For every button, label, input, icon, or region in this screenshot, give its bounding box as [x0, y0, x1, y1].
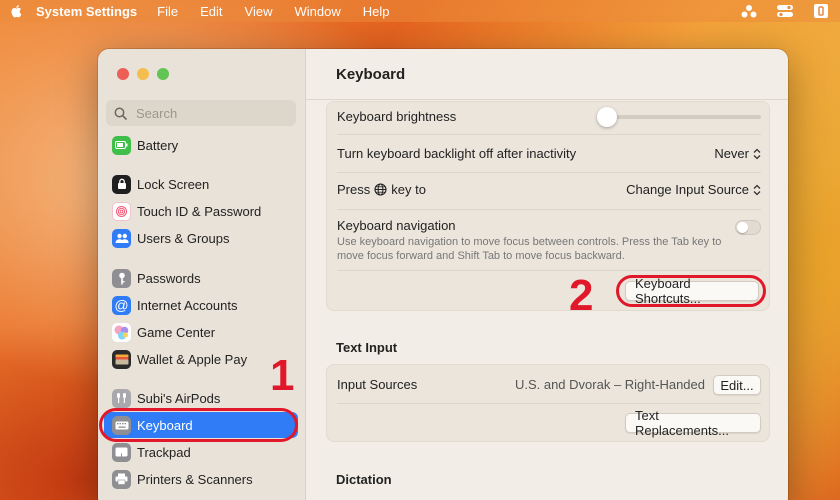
sidebar-item-label: Printers & Scanners [137, 471, 253, 487]
menu-extras [740, 2, 830, 20]
row-divider [337, 134, 761, 135]
step-1-highlight-ring [99, 408, 298, 442]
globe-key-action-popup[interactable]: Change Input Source [626, 182, 761, 197]
row-divider [337, 270, 761, 271]
sidebar-item-label: Passwords [137, 270, 201, 286]
menu-help[interactable]: Help [363, 4, 390, 19]
minimize-button[interactable] [137, 68, 149, 80]
menu-file[interactable]: File [157, 4, 178, 19]
settings-window: Battery Lock Screen Touch ID & Password … [98, 49, 788, 500]
content-pane: Keyboard Keyboard brightness Turn keyboa… [306, 49, 788, 500]
sidebar-item-label: Lock Screen [137, 176, 210, 192]
keyboard-navigation-row: Keyboard navigation Use keyboard navigat… [337, 218, 761, 262]
keyboard-navigation-toggle[interactable] [735, 220, 761, 235]
step-1-number: 1 [270, 351, 295, 400]
keyboard-navigation-label: Keyboard navigation [337, 218, 456, 233]
fingerprint-icon [112, 201, 131, 221]
game-center-icon [112, 322, 131, 342]
menu-window[interactable]: Window [294, 4, 340, 19]
battery-icon [112, 135, 131, 155]
sidebar-item-label: Wallet & Apple Pay [137, 351, 248, 367]
sidebar-item-printers[interactable]: Printers & Scanners [104, 466, 298, 492]
menu-bar: System Settings File Edit View Window He… [0, 0, 840, 22]
input-sources-label: Input Sources [337, 377, 418, 392]
sidebar-item-label: Battery [137, 137, 179, 153]
sidebar-item-label: Touch ID & Password [137, 203, 262, 219]
menu-app-name[interactable]: System Settings [36, 4, 137, 19]
keyboard-navigation-description: Use keyboard navigation to move focus be… [337, 236, 722, 262]
search-field[interactable] [106, 100, 296, 126]
step-2-highlight-ring [616, 275, 766, 307]
text-input-section-title: Text Input [336, 340, 398, 355]
sidebar-item-label: Internet Accounts [137, 297, 238, 313]
window-controls [117, 68, 169, 80]
row-divider [337, 172, 761, 173]
sidebar-item-label: Trackpad [137, 444, 191, 460]
sidebar-item-battery[interactable]: Battery [104, 132, 298, 158]
sidebar-item-game-center[interactable]: Game Center [104, 319, 298, 345]
input-sources-row: Input Sources U.S. and Dvorak – Right-Ha… [337, 375, 761, 395]
sidebar-item-label: Game Center [137, 324, 216, 340]
row-divider [337, 403, 761, 404]
globe-key-action-value: Change Input Source [626, 182, 749, 197]
wallet-icon [112, 349, 131, 369]
apple-icon[interactable] [10, 4, 22, 18]
backlight-timeout-row: Turn keyboard backlight off after inacti… [337, 146, 761, 164]
sidebar-item-label: Subi's AirPods [137, 390, 221, 406]
sidebar-item-touch-id[interactable]: Touch ID & Password [104, 198, 298, 224]
press-globe-key-row: Press key to Change Input Source [337, 182, 761, 200]
step-2-number: 2 [569, 271, 594, 320]
press-key-suffix: key to [391, 182, 426, 197]
trackpad-icon [112, 442, 131, 462]
zoom-button[interactable] [157, 68, 169, 80]
input-sources-value: U.S. and Dvorak – Right-Handed [514, 377, 705, 392]
sidebar-item-label: Users & Groups [137, 230, 230, 246]
airpods-icon [112, 388, 131, 408]
edit-input-sources-button[interactable]: Edit... [713, 375, 761, 395]
users-icon [112, 228, 131, 248]
press-key-prefix: Press [337, 182, 371, 197]
search-icon [114, 107, 127, 120]
title-divider [306, 99, 788, 100]
backlight-timeout-label: Turn keyboard backlight off after inacti… [337, 146, 577, 161]
globe-icon [374, 183, 387, 196]
chevron-updown-icon [753, 148, 761, 159]
key-icon [112, 268, 131, 288]
text-replacements-button[interactable]: Text Replacements... [625, 408, 761, 438]
menu-view[interactable]: View [245, 4, 273, 19]
keyboard-settings-group: Keyboard brightness Turn keyboard backli… [326, 101, 770, 311]
sidebar-item-lock-screen[interactable]: Lock Screen [104, 171, 298, 197]
sidebar-item-wallet[interactable]: Wallet & Apple Pay [104, 346, 298, 372]
brightness-slider-track[interactable] [607, 115, 761, 119]
sidebar-item-passwords[interactable]: Passwords [104, 265, 298, 291]
backlight-timeout-value: Never [714, 146, 749, 161]
sidebar-item-internet-accounts[interactable]: @ Internet Accounts [104, 292, 298, 318]
menu-edit[interactable]: Edit [200, 4, 222, 19]
lock-icon [112, 174, 131, 194]
backlight-timeout-popup[interactable]: Never [714, 146, 761, 161]
printer-icon [112, 469, 131, 489]
dictation-section-title: Dictation [336, 472, 392, 487]
keyboard-brightness-label: Keyboard brightness [337, 109, 457, 124]
text-input-group: Input Sources U.S. and Dvorak – Right-Ha… [326, 364, 770, 442]
close-button[interactable] [117, 68, 129, 80]
toggle-knob [737, 222, 748, 233]
sidebar-item-trackpad[interactable]: Trackpad [104, 439, 298, 465]
chevron-updown-icon [753, 184, 761, 195]
search-input[interactable] [136, 105, 286, 121]
keyboard-brightness-row: Keyboard brightness [337, 107, 761, 127]
keyboard-input-icon[interactable] [812, 2, 830, 20]
control-center-icon[interactable] [740, 2, 758, 20]
sidebar-item-users-groups[interactable]: Users & Groups [104, 225, 298, 251]
row-divider [337, 209, 761, 210]
page-title: Keyboard [336, 66, 406, 83]
sidebar: Battery Lock Screen Touch ID & Password … [98, 49, 306, 500]
toggle-switch-icon[interactable] [776, 2, 794, 20]
brightness-slider-thumb[interactable] [597, 107, 617, 127]
press-globe-label: Press key to [337, 182, 426, 197]
at-icon: @ [112, 295, 131, 315]
